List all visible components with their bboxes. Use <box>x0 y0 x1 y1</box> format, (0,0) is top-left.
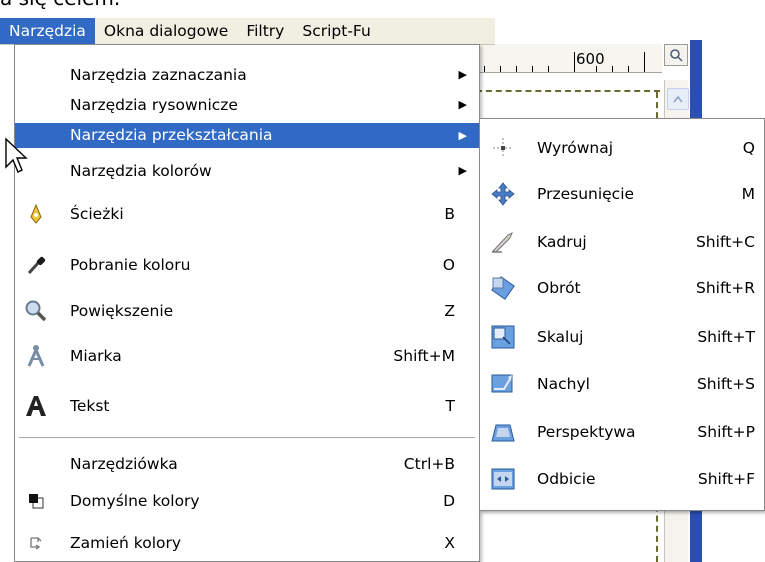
measure-compass-icon <box>23 343 49 369</box>
shear-icon <box>488 369 518 399</box>
menu-item-pobranie-koloru[interactable]: Pobranie koloru O <box>15 251 479 279</box>
submenu-arrow-icon: ▶ <box>458 68 467 81</box>
menu-separator <box>19 437 475 438</box>
submenu-arrow-icon: ▶ <box>458 164 467 177</box>
ruler-label: 600 <box>576 50 605 68</box>
menu-item-domyslne-kolory[interactable]: Domyślne kolory D <box>15 487 479 515</box>
crop-knife-icon <box>488 227 518 257</box>
menu-item-narzedzia-przeksztalcania[interactable]: Narzędzia przekształcania ▶ <box>15 123 479 148</box>
path-pen-icon <box>23 201 49 227</box>
submenu-arrow-icon: ▶ <box>458 129 467 142</box>
align-icon <box>488 133 518 163</box>
magnifier-icon <box>23 298 49 324</box>
chevron-up-icon <box>673 95 683 103</box>
zoom-corner-button[interactable] <box>664 44 688 66</box>
submenu-item-przesuniecie[interactable]: Przesunięcie M <box>480 179 764 209</box>
menu-filtry[interactable]: Filtry <box>237 18 293 44</box>
flip-icon <box>488 464 518 494</box>
menu-script-fu[interactable]: Script-Fu <box>293 18 379 44</box>
rotate-icon <box>488 273 518 303</box>
zoom-icon <box>670 49 683 62</box>
menu-item-sciezki[interactable]: Ścieżki B <box>15 200 479 228</box>
caption-text: a się celem. <box>0 0 120 9</box>
submenu-item-nachyl[interactable]: Nachyl Shift+S <box>480 369 764 399</box>
menubar: Narzędzia Okna dialogowe Filtry Script-F… <box>0 18 495 45</box>
mouse-cursor-icon <box>5 137 28 173</box>
text-icon <box>23 393 49 419</box>
submenu-item-odbicie[interactable]: Odbicie Shift+F <box>480 464 764 494</box>
swap-colors-icon <box>23 530 49 556</box>
menu-narzedzia[interactable]: Narzędzia <box>0 18 95 44</box>
move-icon <box>488 179 518 209</box>
submenu-item-perspektywa[interactable]: Perspektywa Shift+P <box>480 417 764 447</box>
menu-item-narzedzia-rysownicze[interactable]: Narzędzia rysownicze ▶ <box>15 93 479 117</box>
menu-item-tekst[interactable]: Tekst T <box>15 392 479 420</box>
submenu-item-wyrownaj[interactable]: Wyrównaj Q <box>480 133 764 163</box>
perspective-icon <box>488 417 518 447</box>
canvas-border-top <box>476 90 660 92</box>
menu-item-powiekszenie[interactable]: Powiększenie Z <box>15 297 479 325</box>
menu-item-narzedziowka[interactable]: Narzędziówka Ctrl+B <box>15 450 479 478</box>
narzedzia-dropdown-menu: Narzędzia zaznaczania ▶ Narzędzia rysown… <box>14 44 480 562</box>
default-colors-icon <box>23 488 49 514</box>
scroll-up-button[interactable] <box>667 88 689 110</box>
menu-item-miarka[interactable]: Miarka Shift+M <box>15 342 479 370</box>
submenu-arrow-icon: ▶ <box>458 98 467 111</box>
color-picker-icon <box>23 252 49 278</box>
menu-item-narzedzia-kolorow[interactable]: Narzędzia kolorów ▶ <box>15 159 479 183</box>
submenu-item-skaluj[interactable]: Skaluj Shift+T <box>480 322 764 352</box>
menu-item-zamien-kolory[interactable]: Zamień kolory X <box>15 529 479 557</box>
submenu-item-kadruj[interactable]: Kadruj Shift+C <box>480 227 764 257</box>
przeksztalcania-submenu: Wyrównaj Q Przesunięcie M Kadruj Shift+C… <box>479 118 765 511</box>
scale-icon <box>488 322 518 352</box>
submenu-item-obrot[interactable]: Obrót Shift+R <box>480 273 764 303</box>
menu-okna-dialogowe[interactable]: Okna dialogowe <box>95 18 237 44</box>
horizontal-ruler: 600 <box>476 44 662 73</box>
menu-item-narzedzia-zaznaczania[interactable]: Narzędzia zaznaczania ▶ <box>15 63 479 87</box>
